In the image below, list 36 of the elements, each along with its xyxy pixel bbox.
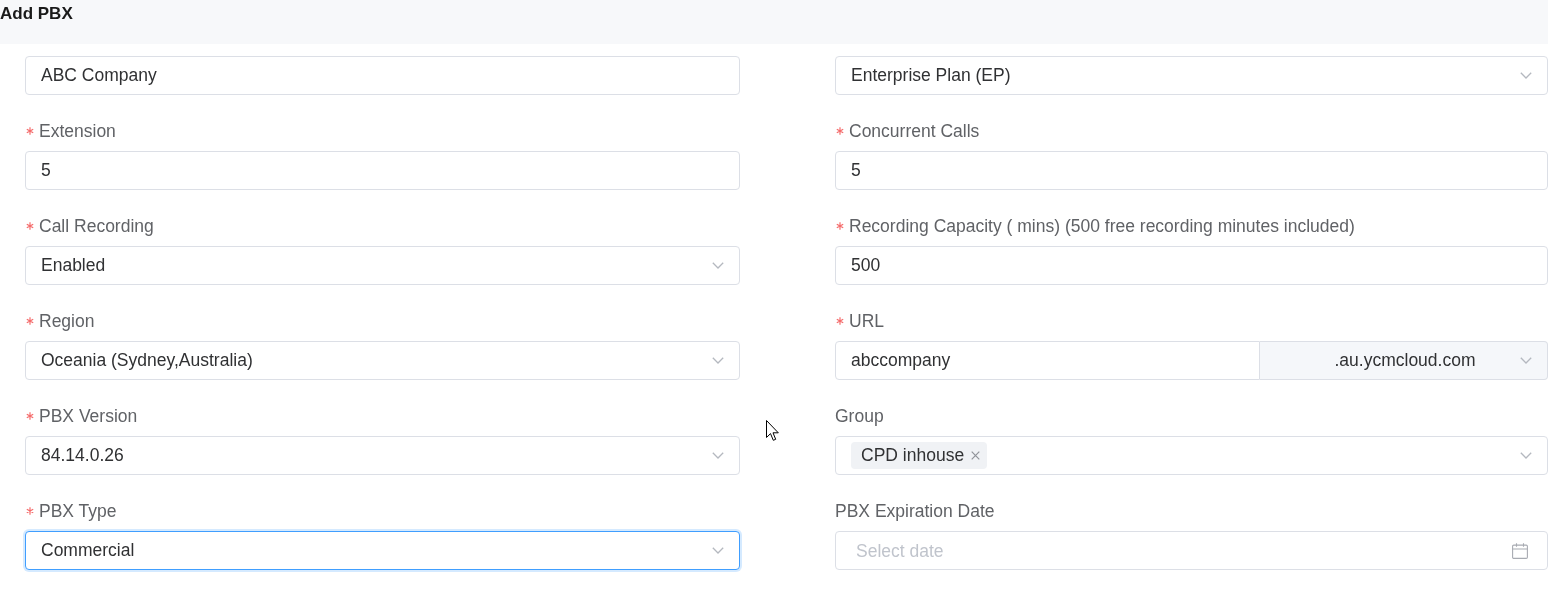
dropdown-field[interactable]: 84.14.0.26 [25,436,740,475]
close-icon[interactable] [971,451,981,460]
input-field[interactable]: 5 [835,151,1548,190]
field-label: Recording Capacity ( mins) (500 free recording minutes included) [849,215,1355,237]
field-label: Extension [39,120,116,142]
tag-label: CPD inhouse [861,444,965,467]
input-field[interactable]: 500 [835,246,1548,285]
mouse-pointer-icon [766,420,779,441]
field-label: PBX Expiration Date [835,500,995,522]
dropdown-field[interactable]: Enabled [25,246,740,285]
domain-dropdown[interactable]: .au.ycmcloud.com [1260,341,1548,380]
dropdown-field[interactable]: Commercial [25,531,740,570]
field-label: URL [849,310,884,332]
tag-select-field[interactable]: CPD inhouse [835,436,1548,475]
date-picker-field[interactable]: Select date [835,531,1548,570]
field-label: Concurrent Calls [849,120,980,142]
field-label: Region [39,310,95,332]
field-label: Group [835,405,884,427]
chevron-down-icon [1520,452,1532,459]
dropdown-field[interactable]: Oceania (Sydney,Australia) [25,341,740,380]
url-input-field[interactable]: abccompany [835,341,1260,380]
input-field[interactable]: 5 [25,151,740,190]
chevron-down-icon [1520,357,1532,364]
date-input[interactable]: Select date [856,538,1512,563]
chevron-down-icon [712,357,724,364]
field-label: PBX Type [39,500,117,522]
dropdown-field[interactable]: Enterprise Plan (EP) [835,56,1548,95]
chevron-down-icon [712,262,724,269]
field-label: Call Recording [39,215,154,237]
page-title: Add PBX [0,3,73,25]
chevron-down-icon [712,452,724,459]
calendar-icon [1512,542,1528,559]
chevron-down-icon [712,547,724,554]
input-field[interactable]: ABC Company [25,56,740,95]
chevron-down-icon [1520,72,1532,79]
field-label: PBX Version [39,405,138,427]
